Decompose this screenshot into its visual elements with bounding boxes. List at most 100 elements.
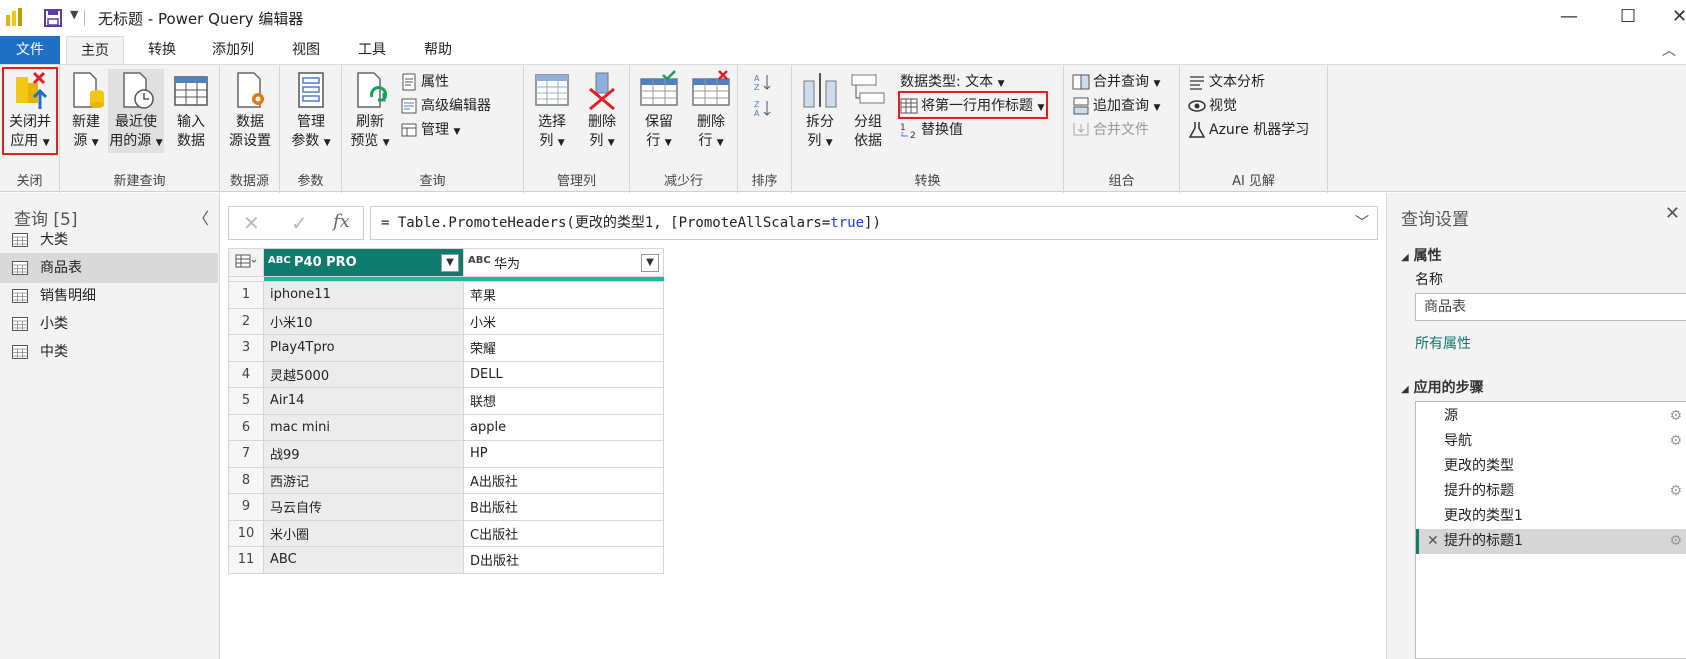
gear-icon[interactable]: ⚙ <box>1669 404 1682 429</box>
properties-section[interactable]: ◢ 属性 <box>1401 245 1442 265</box>
split-column-button[interactable]: 拆分 列 ▼ <box>796 69 844 153</box>
table-row[interactable]: 3 Play4Tpro 荣耀 <box>228 334 664 362</box>
sort-descending-button[interactable]: ZA <box>754 97 775 119</box>
table-cell[interactable]: apple <box>463 413 664 441</box>
minimize-button[interactable]: — <box>1560 6 1578 27</box>
step-item[interactable]: 更改的类型 <box>1416 454 1686 479</box>
column-header-0[interactable]: ABC P40 PRO ▼ <box>263 248 464 277</box>
table-cell[interactable]: 战99 <box>263 440 464 468</box>
refresh-preview-button[interactable]: 刷新 预览 ▼ <box>346 69 394 153</box>
tab-help[interactable]: 帮助 <box>410 36 466 64</box>
combine-files-button[interactable]: 合并文件 <box>1072 119 1149 141</box>
table-cell[interactable]: mac mini <box>263 413 464 441</box>
table-cell[interactable]: 荣耀 <box>463 334 664 362</box>
fx-icon[interactable]: fx <box>333 211 350 232</box>
manage-button[interactable]: 管理 ▼ <box>400 119 460 141</box>
table-row[interactable]: 6 mac mini apple <box>228 413 664 441</box>
table-cell[interactable]: 西游记 <box>263 466 464 494</box>
sort-ascending-button[interactable]: AZ <box>754 71 775 93</box>
remove-rows-button[interactable]: 删除 行 ▼ <box>686 69 736 153</box>
table-cell[interactable]: ABC <box>263 546 464 574</box>
table-cell[interactable]: HP <box>463 440 664 468</box>
save-icon[interactable] <box>44 9 62 27</box>
table-row[interactable]: 2 小米10 小米 <box>228 307 664 335</box>
text-type-icon[interactable]: ABC <box>268 255 291 266</box>
table-cell[interactable]: 灵越5000 <box>263 360 464 388</box>
collapse-ribbon-icon[interactable]: ︿ <box>1662 40 1676 60</box>
table-row[interactable]: 1 iphone11 苹果 <box>228 281 664 309</box>
choose-columns-button[interactable]: 选择 列 ▼ <box>528 69 576 153</box>
table-cell[interactable]: 小米10 <box>263 307 464 335</box>
close-settings-icon[interactable]: ✕ <box>1665 203 1680 224</box>
table-cell[interactable]: Play4Tpro <box>263 334 464 362</box>
table-row[interactable]: 8 西游记 A出版社 <box>228 466 664 494</box>
tab-view[interactable]: 视图 <box>278 36 334 64</box>
replace-values-button[interactable]: 1 2 替换值 <box>900 119 963 141</box>
column-header-1[interactable]: ABC 华为 ▼ <box>463 248 664 277</box>
group-by-button[interactable]: 分组 依据 <box>846 69 890 151</box>
query-item-1[interactable]: 商品表 <box>0 253 218 283</box>
table-cell[interactable]: 马云自传 <box>263 493 464 521</box>
new-source-button[interactable]: 新建 源 ▼ <box>64 69 108 153</box>
text-analytics-button[interactable]: 文本分析 <box>1188 71 1265 93</box>
merge-queries-button[interactable]: 合并查询 ▼ <box>1072 71 1160 93</box>
step-item[interactable]: 提升的标题 ⚙ <box>1416 479 1686 504</box>
append-queries-button[interactable]: 追加查询 ▼ <box>1072 95 1160 117</box>
table-menu-button[interactable] <box>228 248 264 277</box>
data-type-dropdown[interactable]: 数据类型: 文本 ▼ <box>900 71 1005 93</box>
filter-dropdown-icon[interactable]: ▼ <box>641 254 659 272</box>
maximize-button[interactable]: ☐ <box>1620 6 1636 27</box>
table-cell[interactable]: C出版社 <box>463 519 664 547</box>
all-properties-link[interactable]: 所有属性 <box>1415 333 1471 353</box>
table-cell[interactable]: 联想 <box>463 387 664 415</box>
data-source-settings-button[interactable]: 数据 源设置 <box>224 69 276 151</box>
table-row[interactable]: 4 灵越5000 DELL <box>228 360 664 388</box>
table-cell[interactable]: B出版社 <box>463 493 664 521</box>
vision-button[interactable]: 视觉 <box>1188 95 1237 117</box>
tab-add-column[interactable]: 添加列 <box>198 36 268 64</box>
azure-ml-button[interactable]: Azure 机器学习 <box>1188 119 1309 141</box>
recent-sources-button[interactable]: 最近使 用的源 ▼ <box>108 69 164 153</box>
query-item-2[interactable]: 销售明细 <box>0 281 218 311</box>
query-item-3[interactable]: 小类 <box>0 309 218 339</box>
table-row[interactable]: 10 米小圈 C出版社 <box>228 519 664 547</box>
expand-formula-icon[interactable]: ﹀ <box>1355 207 1369 239</box>
table-cell[interactable]: 米小圈 <box>263 519 464 547</box>
formula-input[interactable]: = Table.PromoteHeaders(更改的类型1, [PromoteA… <box>370 206 1378 240</box>
table-cell[interactable]: DELL <box>463 360 664 388</box>
close-button[interactable]: ✕ <box>1672 6 1686 27</box>
step-item-selected[interactable]: ✕ 提升的标题1 ⚙ <box>1416 529 1686 554</box>
manage-parameters-button[interactable]: 管理 参数 ▼ <box>284 69 338 153</box>
text-type-icon[interactable]: ABC <box>468 255 491 266</box>
table-cell[interactable]: Air14 <box>263 387 464 415</box>
table-row[interactable]: 7 战99 HP <box>228 440 664 468</box>
tab-transform[interactable]: 转换 <box>134 36 190 64</box>
step-item[interactable]: 更改的类型1 <box>1416 504 1686 529</box>
step-item[interactable]: 源 ⚙ <box>1416 404 1686 429</box>
quick-access-dropdown-icon[interactable]: ▼ <box>70 8 78 21</box>
gear-icon[interactable]: ⚙ <box>1669 529 1682 554</box>
tab-file[interactable]: 文件 <box>0 36 60 64</box>
query-name-input[interactable]: 商品表 <box>1415 293 1686 321</box>
table-row[interactable]: 9 马云自传 B出版社 <box>228 493 664 521</box>
advanced-editor-button[interactable]: 高级编辑器 <box>400 95 491 117</box>
cancel-formula-icon[interactable]: ✕ <box>243 211 260 235</box>
enter-data-button[interactable]: 输入 数据 <box>166 69 216 151</box>
table-row[interactable]: 11 ABC D出版社 <box>228 546 664 574</box>
remove-columns-button[interactable]: 删除 列 ▼ <box>578 69 626 153</box>
filter-dropdown-icon[interactable]: ▼ <box>441 254 459 272</box>
table-cell[interactable]: A出版社 <box>463 466 664 494</box>
properties-button[interactable]: 属性 <box>400 71 449 93</box>
step-item[interactable]: 导航 ⚙ <box>1416 429 1686 454</box>
query-item-4[interactable]: 中类 <box>0 337 218 367</box>
tab-home[interactable]: 主页 <box>66 36 124 64</box>
table-cell[interactable]: iphone11 <box>263 281 464 309</box>
table-cell[interactable]: 苹果 <box>463 281 664 309</box>
keep-rows-button[interactable]: 保留 行 ▼ <box>634 69 684 153</box>
gear-icon[interactable]: ⚙ <box>1669 429 1682 454</box>
table-row[interactable]: 5 Air14 联想 <box>228 387 664 415</box>
gear-icon[interactable]: ⚙ <box>1669 479 1682 504</box>
query-item-0[interactable]: 大类 <box>0 225 218 255</box>
table-cell[interactable]: D出版社 <box>463 546 664 574</box>
commit-formula-icon[interactable]: ✓ <box>291 211 308 235</box>
